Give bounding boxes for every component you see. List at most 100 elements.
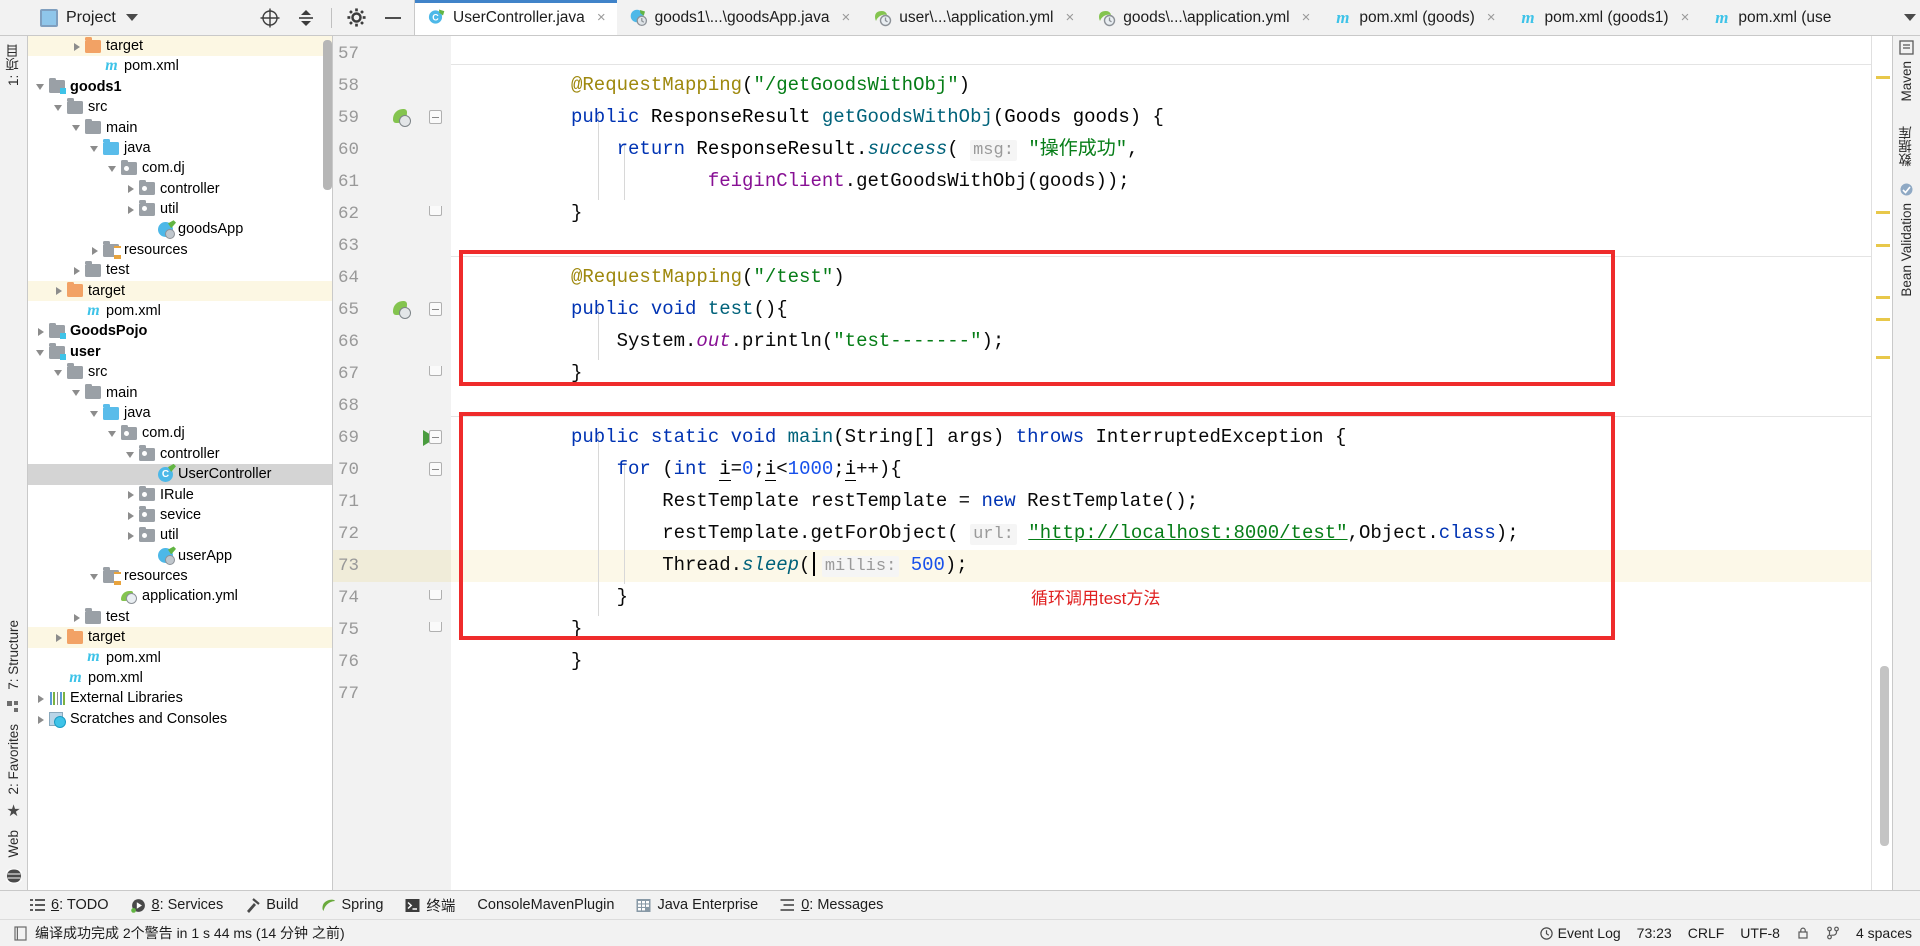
tree-node-target[interactable]: target xyxy=(28,280,332,302)
chevron-right-icon[interactable] xyxy=(124,509,137,522)
chevron-down-icon[interactable] xyxy=(106,427,119,440)
code-line-59[interactable]: public ResponseResult getGoodsWithObj(Go… xyxy=(571,108,1164,127)
chevron-right-icon[interactable] xyxy=(124,488,137,501)
tree-node-test[interactable]: test xyxy=(28,607,332,627)
tool-window-spring[interactable]: Spring xyxy=(321,897,383,913)
strip-maven-label[interactable]: Maven xyxy=(1899,57,1914,106)
editor-tab-2[interactable]: user\...\application.yml × xyxy=(861,0,1086,35)
chevron-right-icon[interactable] xyxy=(88,244,101,257)
strip-project-label[interactable]: 1: 项目 xyxy=(4,40,24,90)
editor-tab-5[interactable]: m pom.xml (goods1) × xyxy=(1506,0,1701,35)
chevron-right-icon[interactable] xyxy=(52,284,65,297)
tree-node-goodspojo[interactable]: GoodsPojo xyxy=(28,321,332,341)
event-log-label[interactable]: Event Log xyxy=(1558,925,1621,941)
collapse-all-icon[interactable] xyxy=(295,7,317,29)
tree-node-resources[interactable]: resources xyxy=(28,240,332,260)
caret-position[interactable]: 73:23 xyxy=(1637,925,1672,941)
chevron-down-icon[interactable] xyxy=(70,386,83,399)
tool-window-java-enterprise[interactable]: Java Enterprise xyxy=(636,897,758,913)
tree-node-goods1[interactable]: goods1 xyxy=(28,77,332,97)
tree-node-com-dj[interactable]: com.dj xyxy=(28,158,332,178)
code-fold-toggle[interactable] xyxy=(429,590,442,600)
gear-icon[interactable] xyxy=(346,7,368,29)
code-line-74[interactable]: } xyxy=(571,588,628,607)
strip-structure-label[interactable]: 7: Structure xyxy=(6,616,21,694)
chevron-down-icon[interactable] xyxy=(52,101,65,114)
tree-scrollbar[interactable] xyxy=(323,40,332,190)
line-separator[interactable]: CRLF xyxy=(1688,925,1725,941)
tree-node-irule[interactable]: IRule xyxy=(28,485,332,505)
code-line-71[interactable]: RestTemplate restTemplate = new RestTemp… xyxy=(571,492,1198,511)
code-fold-toggle[interactable] xyxy=(429,302,442,316)
tree-node-java[interactable]: java xyxy=(28,138,332,158)
editor-tab-1[interactable]: goods1\...\goodsApp.java × xyxy=(616,0,862,35)
tree-node-scratches-and-consoles[interactable]: Scratches and Consoles xyxy=(28,709,332,729)
minimize-icon[interactable] xyxy=(382,7,404,29)
code-line-66[interactable]: System.out.println("test-------"); xyxy=(571,332,1005,351)
error-stripe-markers[interactable] xyxy=(1871,36,1892,890)
strip-bean-validation-label[interactable]: Bean Validation xyxy=(1899,199,1914,301)
chevron-right-icon[interactable] xyxy=(70,611,83,624)
code-line-70[interactable]: for (int i=0;i<1000;i++){ xyxy=(571,458,902,481)
git-branch-icon[interactable] xyxy=(1826,926,1840,940)
tool-window-终端[interactable]: 终端 xyxy=(405,895,455,916)
tab-close-icon[interactable]: × xyxy=(842,10,851,25)
tree-node-target[interactable]: target xyxy=(28,627,332,648)
code-fold-toggle[interactable] xyxy=(429,110,442,124)
tree-node-util[interactable]: util xyxy=(28,525,332,545)
chevron-down-icon[interactable] xyxy=(70,121,83,134)
tab-close-icon[interactable]: × xyxy=(1681,10,1690,25)
chevron-down-icon[interactable] xyxy=(34,80,47,93)
chevron-right-icon[interactable] xyxy=(124,529,137,542)
lock-icon[interactable] xyxy=(1796,926,1810,940)
tree-node-user[interactable]: user xyxy=(28,342,332,362)
tree-node-com-dj[interactable]: com.dj xyxy=(28,423,332,443)
tree-node-pom-xml[interactable]: m pom.xml xyxy=(28,668,332,688)
strip-favorites-label[interactable]: 2: Favorites xyxy=(6,720,21,799)
tab-close-icon[interactable]: × xyxy=(1487,10,1496,25)
tool-window-0-messages[interactable]: 0: Messages xyxy=(780,897,883,913)
code-fold-toggle[interactable] xyxy=(429,462,442,476)
tree-node-src[interactable]: src xyxy=(28,97,332,117)
tab-close-icon[interactable]: × xyxy=(597,10,606,25)
code-fold-toggle[interactable] xyxy=(429,206,442,216)
code-line-64[interactable]: @RequestMapping("/test") xyxy=(571,268,845,287)
tree-node-goodsapp[interactable]: goodsApp xyxy=(28,220,332,240)
chevron-right-icon[interactable] xyxy=(70,264,83,277)
code-line-60[interactable]: return ResponseResult.success( msg: "操作成… xyxy=(571,140,1139,161)
tree-node-util[interactable]: util xyxy=(28,199,332,219)
code-line-73[interactable]: Thread.sleep( millis: 500); xyxy=(571,556,968,577)
code-line-75[interactable]: } xyxy=(571,620,582,639)
project-view-selector[interactable]: Project xyxy=(34,6,144,30)
code-line-62[interactable]: } xyxy=(571,204,582,223)
chevron-down-icon[interactable] xyxy=(88,570,101,583)
chevron-down-icon[interactable] xyxy=(1904,14,1916,21)
code-line-61[interactable]: feiginClient.getGoodsWithObj(goods)); xyxy=(571,172,1130,191)
tree-node-main[interactable]: main xyxy=(28,118,332,138)
tab-close-icon[interactable]: × xyxy=(1066,10,1075,25)
chevron-down-icon[interactable] xyxy=(124,448,137,461)
chevron-right-icon[interactable] xyxy=(34,713,47,726)
code-fold-toggle[interactable] xyxy=(429,622,442,632)
code-line-65[interactable]: public void test(){ xyxy=(571,300,788,319)
tree-node-main[interactable]: main xyxy=(28,383,332,403)
tree-node-application-yml[interactable]: application.yml xyxy=(28,587,332,607)
marker-warning[interactable] xyxy=(1876,244,1890,247)
tree-node-external-libraries[interactable]: External Libraries xyxy=(28,689,332,709)
code-fold-toggle[interactable] xyxy=(429,366,442,376)
marker-warning[interactable] xyxy=(1876,76,1890,79)
editor-scrollbar[interactable] xyxy=(1880,666,1889,846)
chevron-down-icon[interactable] xyxy=(52,366,65,379)
tree-node-test[interactable]: test xyxy=(28,260,332,280)
tree-node-controller[interactable]: controller xyxy=(28,444,332,464)
chevron-right-icon[interactable] xyxy=(34,692,47,705)
chevron-right-icon[interactable] xyxy=(34,325,47,338)
editor-tab-4[interactable]: m pom.xml (goods) × xyxy=(1321,0,1507,35)
chevron-down-icon[interactable] xyxy=(106,162,119,175)
tree-node-pom-xml[interactable]: m pom.xml xyxy=(28,56,332,76)
tool-window-consolemavenplugin[interactable]: ConsoleMavenPlugin xyxy=(477,897,614,913)
code-fold-toggle[interactable] xyxy=(429,430,442,444)
tree-node-pom-xml[interactable]: m pom.xml xyxy=(28,301,332,321)
tabs-overflow-button[interactable] xyxy=(1902,0,1920,35)
strip-database-label[interactable]: 数据库 xyxy=(1897,122,1917,171)
